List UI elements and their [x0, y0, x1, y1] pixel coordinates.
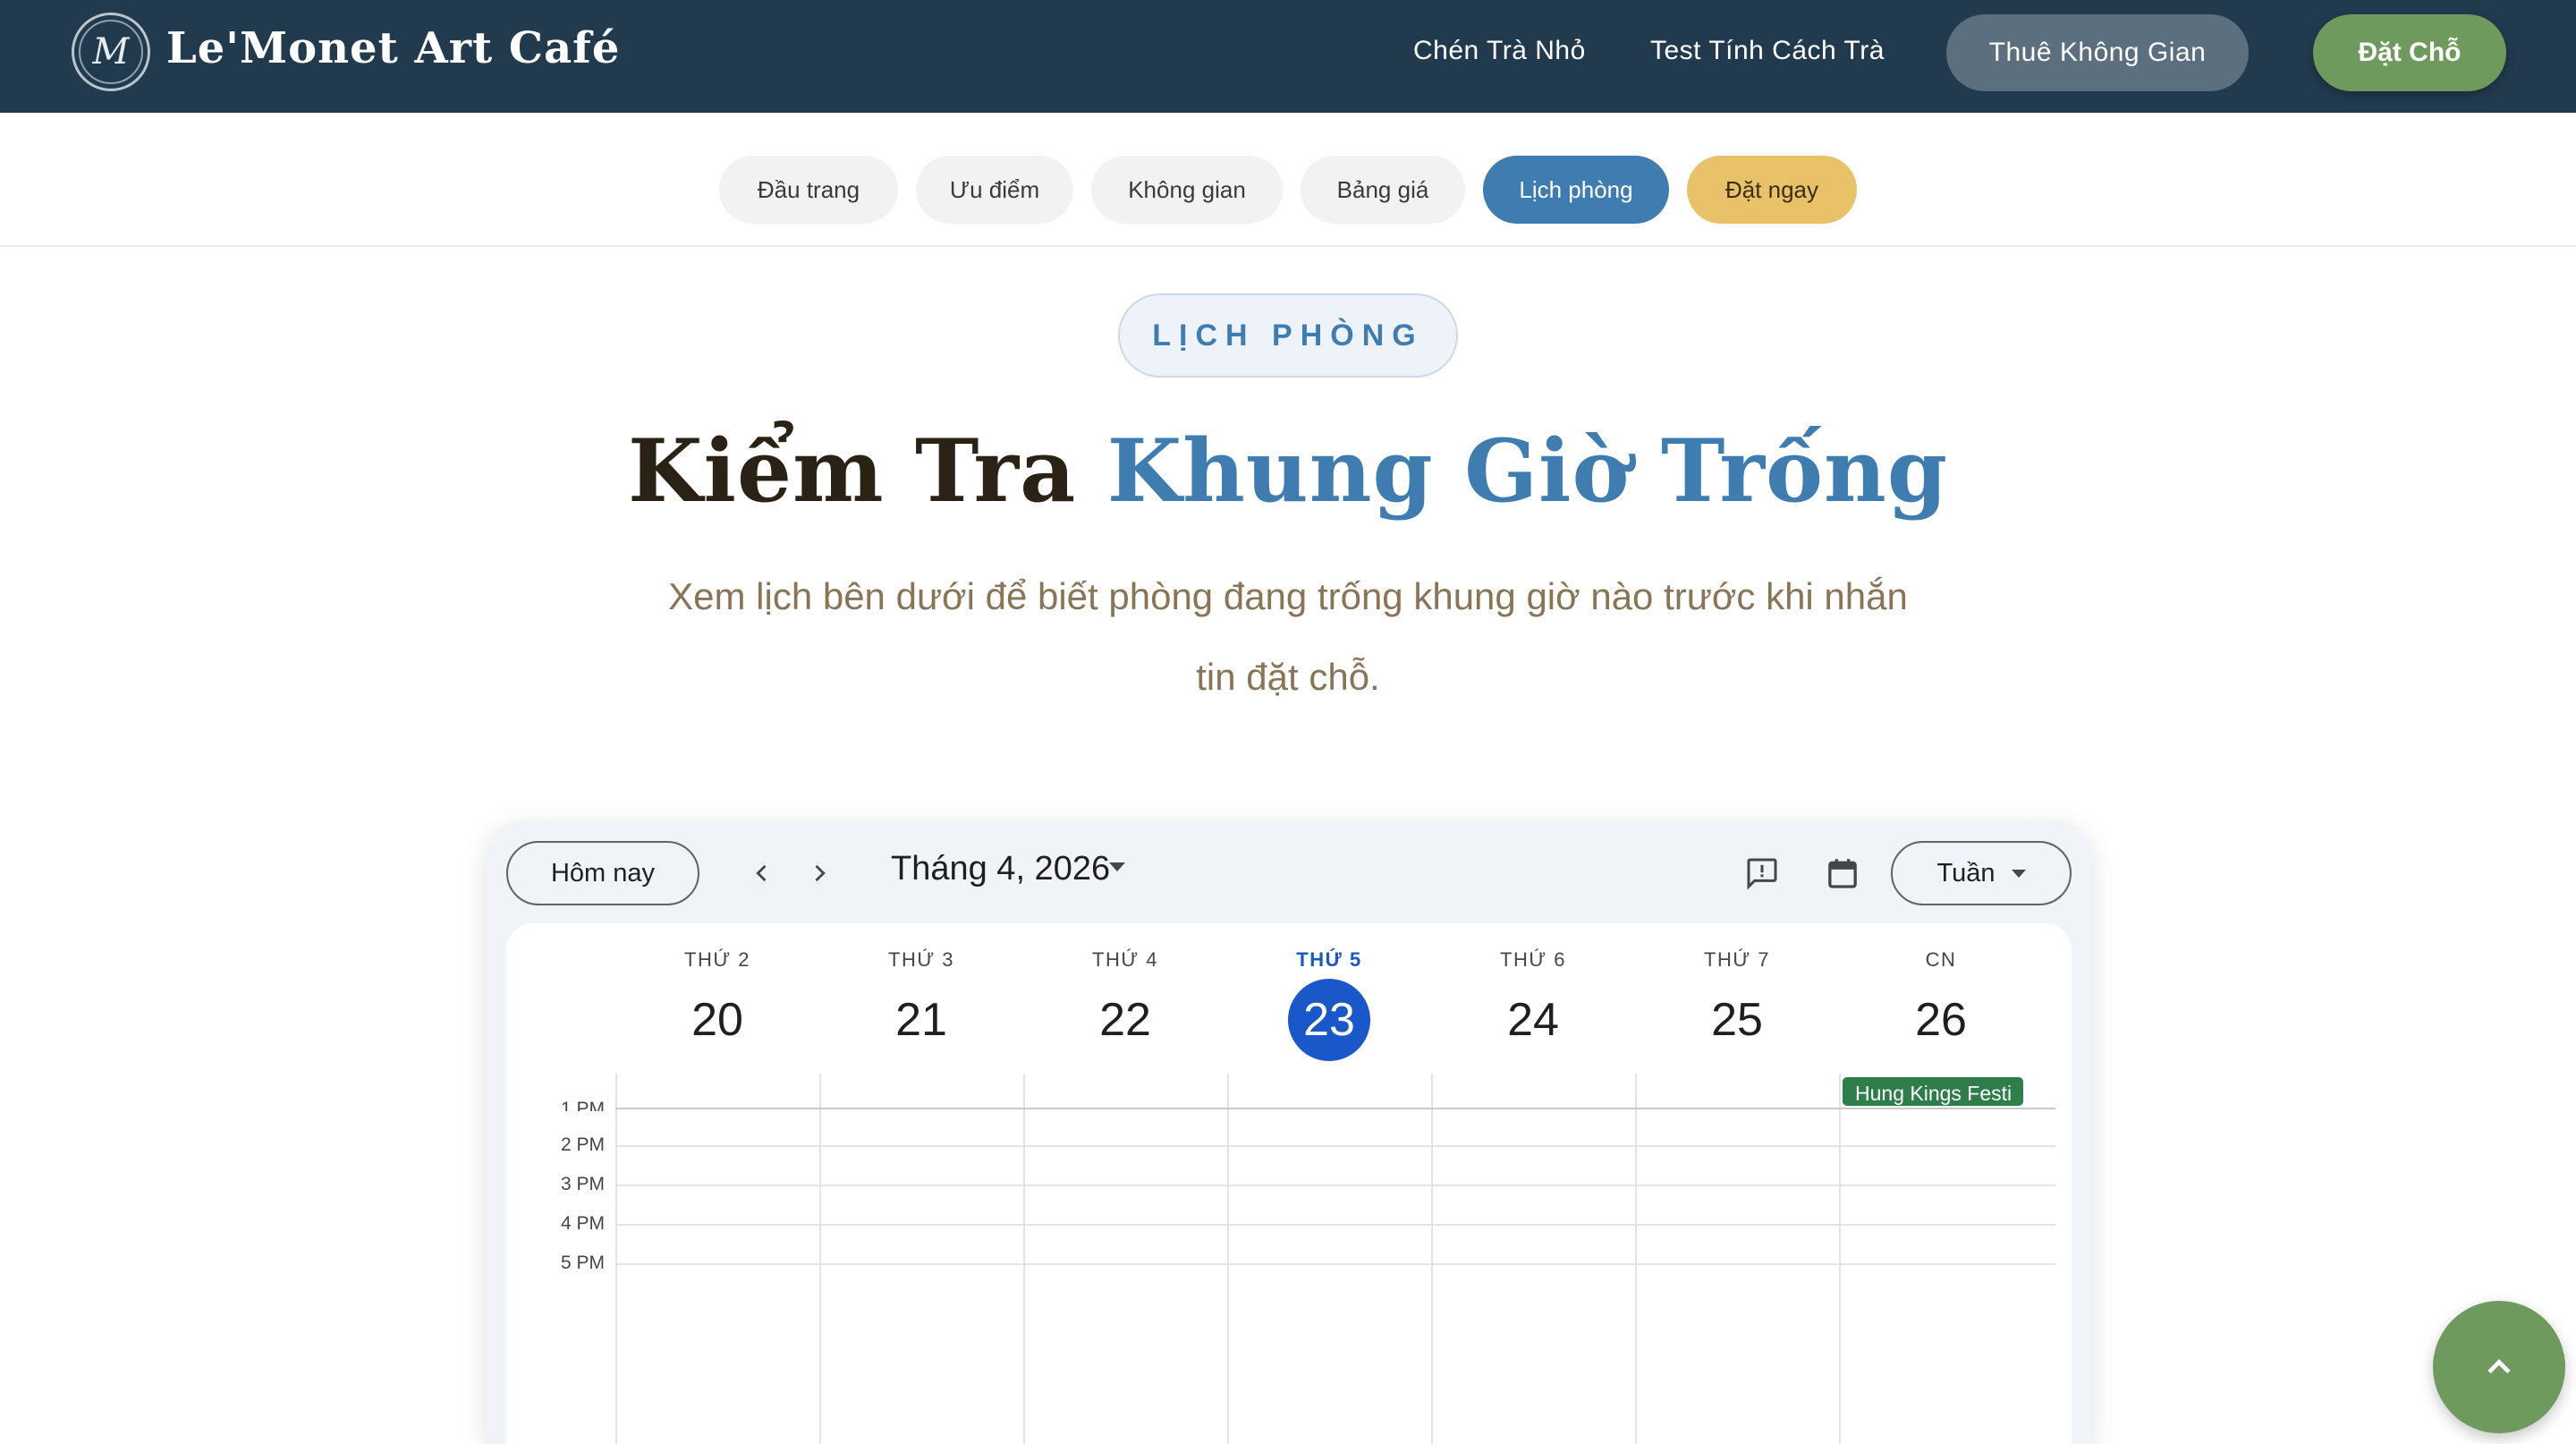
day-number[interactable]: 22 [1084, 979, 1166, 1061]
grid-divider [615, 1108, 2055, 1109]
grid-divider [615, 1074, 617, 1444]
title-blue-part: Khung Giờ Trống [1106, 420, 1948, 522]
section-nav-top[interactable]: Đầu trang [719, 156, 898, 224]
section-nav: Đầu trang Ưu điểm Không gian Bảng giá Lị… [0, 113, 2576, 247]
day-number[interactable]: 25 [1696, 979, 1778, 1061]
day-name: THỨ 7 [1704, 948, 1770, 971]
day-name: THỨ 3 [888, 948, 954, 971]
day-number[interactable]: 20 [676, 979, 758, 1061]
day-name: THỨ 2 [684, 948, 750, 971]
view-selector[interactable]: Tuần [1891, 841, 2072, 905]
day-header-wed[interactable]: THỨ 4 22 [1023, 948, 1227, 1061]
site-header: M Le'Monet Art Café Chén Trà Nhỏ Test Tí… [0, 0, 2576, 113]
grid-divider [615, 1263, 2055, 1265]
logo-monogram: M [79, 20, 143, 84]
title-dark-part: Kiểm Tra [628, 420, 1077, 522]
all-day-event[interactable]: Hung Kings Festi [1841, 1075, 2025, 1108]
day-number-today[interactable]: 23 [1288, 979, 1370, 1061]
day-header-fri[interactable]: THỨ 6 24 [1431, 948, 1635, 1061]
day-header-sun[interactable]: CN 26 [1839, 948, 2043, 1061]
day-number[interactable]: 21 [880, 979, 962, 1061]
grid-divider [615, 1224, 2055, 1226]
grid-divider [615, 1145, 2055, 1147]
chevron-up-icon [2487, 1359, 2511, 1374]
calendar-icon[interactable] [1818, 848, 1868, 898]
chevron-right-icon[interactable] [794, 848, 844, 898]
time-label: 4 PM [560, 1213, 605, 1234]
page-title: Kiểm Tra Khung Giờ Trống [0, 420, 2576, 522]
section-badge: LỊCH PHÒNG [1118, 293, 1458, 378]
view-label: Tuần [1936, 858, 1996, 888]
week-grid: THỨ 2 20 THỨ 3 21 THỨ 4 22 THỨ 5 23 THỨ … [506, 923, 2072, 1444]
brand-name[interactable]: Le'Monet Art Café [166, 23, 620, 73]
grid-divider [1635, 1074, 1637, 1444]
day-name: THỨ 6 [1500, 948, 1566, 971]
day-name: CN [1925, 948, 1957, 971]
grid-divider [1431, 1074, 1433, 1444]
grid-divider [1839, 1074, 1841, 1444]
nav-link-tea-personality-test[interactable]: Test Tính Cách Trà [1650, 36, 1885, 66]
brand-logo[interactable]: M [72, 13, 150, 91]
page-subtitle: Xem lịch bên dưới để biết phòng đang trố… [668, 575, 1908, 698]
day-header-mon[interactable]: THỨ 2 20 [615, 948, 819, 1061]
section-nav-book-now[interactable]: Đặt ngay [1687, 156, 1857, 224]
caret-down-icon [2011, 869, 2026, 878]
day-name: THỨ 5 [1296, 948, 1362, 971]
grid-divider [1023, 1074, 1025, 1444]
hire-space-button[interactable]: Thuê Không Gian [1946, 14, 2249, 91]
time-label: 1 PM [560, 1099, 605, 1111]
time-label: 3 PM [560, 1174, 605, 1194]
day-name: THỨ 4 [1092, 948, 1158, 971]
chevron-left-icon[interactable] [737, 848, 787, 898]
grid-divider [819, 1074, 821, 1444]
day-number[interactable]: 26 [1900, 979, 1982, 1061]
today-button[interactable]: Hôm nay [506, 841, 699, 905]
section-nav-advantages[interactable]: Ưu điểm [916, 156, 1073, 224]
calendar-widget: Hôm nay Tháng 4, 2026 Tuần THỨ 2 20 THỨ [487, 821, 2091, 1444]
book-seat-button[interactable]: Đặt Chỗ [2313, 14, 2506, 91]
day-number[interactable]: 24 [1492, 979, 1574, 1061]
feedback-icon[interactable] [1737, 848, 1787, 898]
section-nav-schedule[interactable]: Lịch phòng [1483, 156, 1669, 224]
section-nav-space[interactable]: Không gian [1091, 156, 1283, 224]
month-selector[interactable]: Tháng 4, 2026 [891, 850, 1110, 888]
section-nav-pricing[interactable]: Bảng giá [1301, 156, 1465, 224]
day-header-thu[interactable]: THỨ 5 23 [1227, 948, 1431, 1061]
time-label: 2 PM [560, 1134, 605, 1155]
grid-divider [615, 1185, 2055, 1186]
day-header-tue[interactable]: THỨ 3 21 [819, 948, 1023, 1061]
caret-down-icon[interactable] [1109, 862, 1125, 871]
nav-link-tea-cup[interactable]: Chén Trà Nhỏ [1413, 36, 1586, 66]
scroll-to-top-button[interactable] [2433, 1301, 2565, 1433]
grid-divider [1227, 1074, 1229, 1444]
day-header-sat[interactable]: THỨ 7 25 [1635, 948, 1839, 1061]
time-label: 5 PM [560, 1253, 605, 1273]
